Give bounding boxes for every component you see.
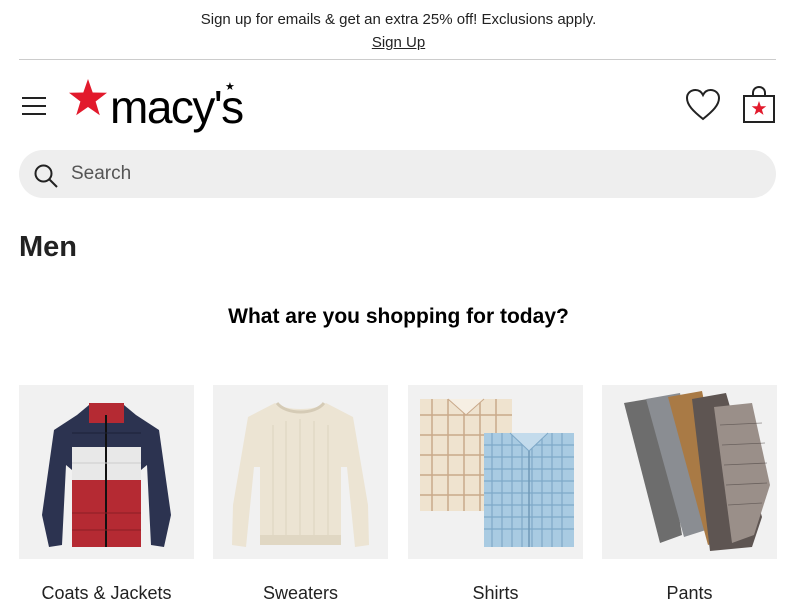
menu-icon[interactable] bbox=[22, 97, 48, 115]
promo-banner: Sign up for emails & get an extra 25% of… bbox=[0, 0, 797, 60]
category-coats-jackets[interactable]: Coats & Jackets bbox=[19, 385, 194, 604]
category-shirts[interactable]: Shirts bbox=[408, 385, 583, 604]
coats-jackets-image[interactable] bbox=[19, 385, 194, 559]
macys-logo[interactable]: macy's ★ bbox=[68, 78, 250, 136]
shopping-bag-icon[interactable] bbox=[742, 86, 776, 124]
search-bar[interactable] bbox=[19, 150, 776, 198]
page-title: Men bbox=[19, 231, 77, 263]
logo-small-star-icon: ★ bbox=[225, 81, 235, 93]
promo-text: Sign up for emails & get an extra 25% of… bbox=[200, 11, 597, 28]
category-label[interactable]: Coats & Jackets bbox=[19, 583, 194, 604]
category-sweaters[interactable]: Sweaters bbox=[213, 385, 388, 604]
pants-image[interactable] bbox=[602, 385, 777, 559]
star-logo-icon bbox=[69, 79, 107, 116]
category-pants[interactable]: Pants bbox=[602, 385, 777, 604]
shirts-image[interactable] bbox=[408, 385, 583, 559]
category-label[interactable]: Pants bbox=[602, 583, 777, 604]
sign-up-link[interactable]: Sign Up bbox=[0, 34, 797, 51]
logo-wordmark: macy's bbox=[110, 81, 244, 133]
category-label[interactable]: Shirts bbox=[408, 583, 583, 604]
section-heading: What are you shopping for today? bbox=[228, 305, 569, 328]
search-input[interactable] bbox=[71, 150, 751, 198]
heart-icon[interactable] bbox=[685, 88, 721, 122]
site-header: macy's ★ bbox=[0, 60, 797, 150]
search-icon[interactable] bbox=[33, 163, 59, 189]
category-label[interactable]: Sweaters bbox=[213, 583, 388, 604]
sweaters-image[interactable] bbox=[213, 385, 388, 559]
